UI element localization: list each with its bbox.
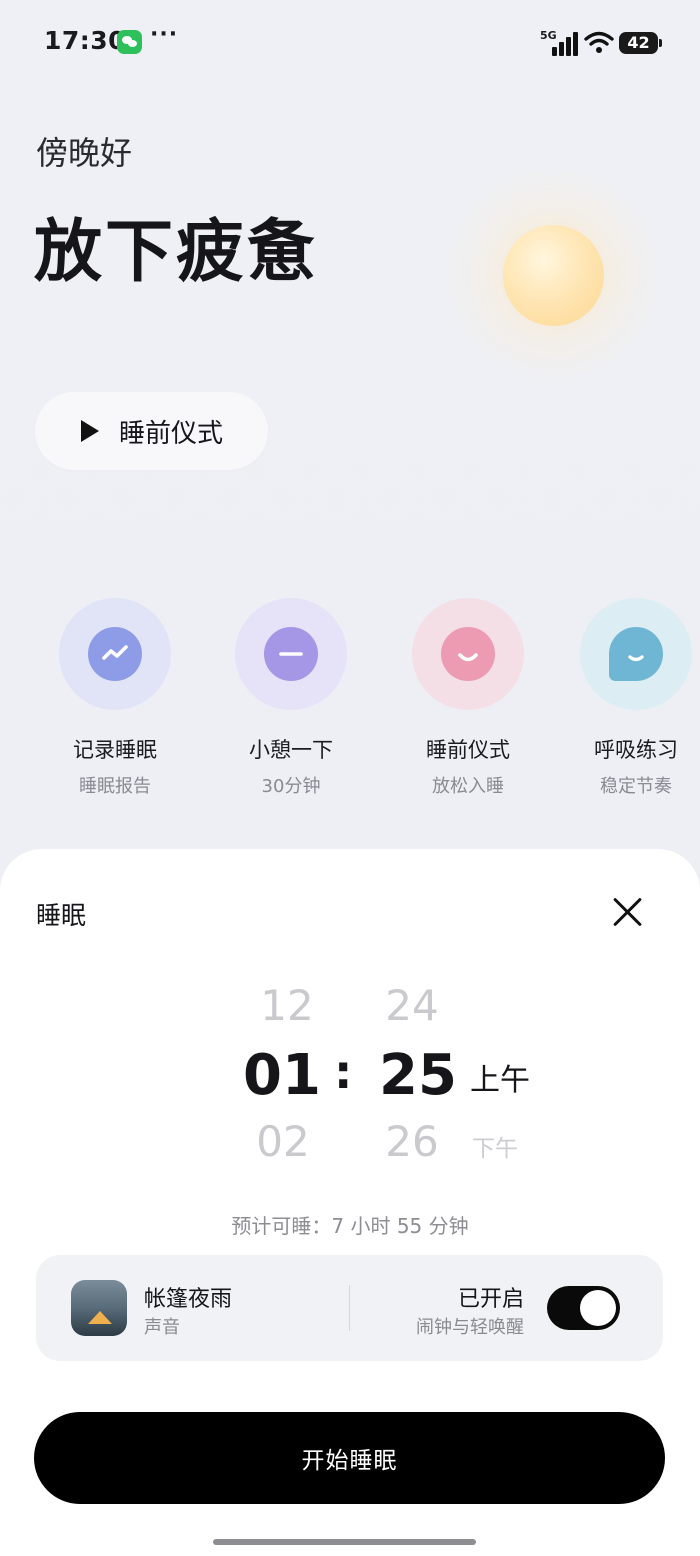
chat-bubble-icon	[628, 655, 644, 662]
estimated-sleep-duration: 预计可睡：7 小时 55 分钟	[231, 1214, 469, 1238]
bedtime-ritual-label: 睡前仪式	[119, 418, 224, 449]
bedtime-ritual-button[interactable]: 睡前仪式	[35, 392, 268, 470]
tent-icon	[88, 1311, 112, 1324]
hour-picker-next[interactable]: 02	[238, 1117, 328, 1166]
alarm-subtitle: 闹钟与轻唤醒	[416, 1317, 524, 1338]
sound-subtitle: 声音	[144, 1317, 180, 1338]
signal-icon: 5G	[540, 29, 580, 56]
quick-action-title: 小憩一下	[249, 738, 333, 762]
more-notifications-icon: ···	[150, 22, 179, 47]
battery-icon: 42	[619, 32, 662, 54]
ampm-picker-selected[interactable]: 上午	[470, 1055, 530, 1099]
quick-action-subtitle: 放松入睡	[432, 776, 504, 797]
time-separator: :	[334, 1045, 353, 1099]
ampm-picker-other[interactable]: 下午	[472, 1129, 518, 1163]
quick-action-subtitle: 睡眠报告	[79, 776, 151, 797]
status-time: 17:30	[44, 26, 127, 55]
minute-picker-next[interactable]: 26	[367, 1117, 457, 1166]
hour-picker-selected[interactable]: 01	[237, 1043, 327, 1108]
status-bar: 17:30 ··· 5G 42	[0, 0, 700, 86]
headline-text: 放下疲惫	[34, 213, 319, 292]
chart-line-icon	[102, 645, 128, 660]
alarm-status: 已开启	[457, 1287, 524, 1312]
minute-picker-selected[interactable]: 25	[373, 1043, 463, 1108]
network-type: 5G	[540, 29, 557, 42]
quick-action-circle	[59, 598, 171, 710]
quick-action-bedtime-ritual[interactable]: 睡前仪式 放松入睡	[388, 598, 548, 798]
greeting-text: 傍晚好	[36, 134, 133, 172]
wifi-icon	[584, 31, 614, 53]
smile-icon	[458, 653, 478, 662]
quick-action-circle	[235, 598, 347, 710]
quick-action-circle	[580, 598, 692, 710]
quick-action-record-sleep[interactable]: 记录睡眠 睡眠报告	[35, 598, 195, 798]
minute-picker-prev[interactable]: 24	[367, 981, 457, 1030]
minus-icon	[279, 652, 303, 656]
alarm-toggle[interactable]	[547, 1286, 620, 1330]
sun-illustration	[503, 225, 604, 326]
hour-picker-prev[interactable]: 12	[242, 981, 332, 1030]
card-divider	[349, 1285, 350, 1331]
play-icon	[81, 420, 99, 442]
quick-action-subtitle: 30分钟	[261, 776, 321, 797]
sound-thumbnail[interactable]	[71, 1280, 127, 1336]
sound-title[interactable]: 帐篷夜雨	[144, 1281, 232, 1313]
quick-action-subtitle: 稳定节奏	[600, 776, 672, 797]
toggle-knob	[580, 1290, 616, 1326]
quick-action-title: 记录睡眠	[73, 738, 157, 762]
sleep-bottom-sheet: 睡眠 12 01 02 : 24 25 26 上午 下午 预计可睡：7 小时 5…	[0, 849, 700, 1556]
quick-action-title: 呼吸练习	[594, 738, 678, 762]
close-icon[interactable]	[609, 893, 647, 931]
sheet-title: 睡眠	[36, 901, 87, 930]
quick-action-title: 睡前仪式	[426, 738, 510, 762]
quick-action-nap[interactable]: 小憩一下 30分钟	[211, 598, 371, 798]
start-sleep-button[interactable]: 开始睡眠	[34, 1412, 665, 1504]
wechat-icon	[117, 30, 142, 54]
quick-action-circle	[412, 598, 524, 710]
sound-alarm-card: 帐篷夜雨 声音 已开启 闹钟与轻唤醒	[36, 1255, 663, 1361]
quick-action-breathing[interactable]: 呼吸练习 稳定节奏	[556, 598, 700, 798]
home-indicator[interactable]	[213, 1539, 476, 1545]
